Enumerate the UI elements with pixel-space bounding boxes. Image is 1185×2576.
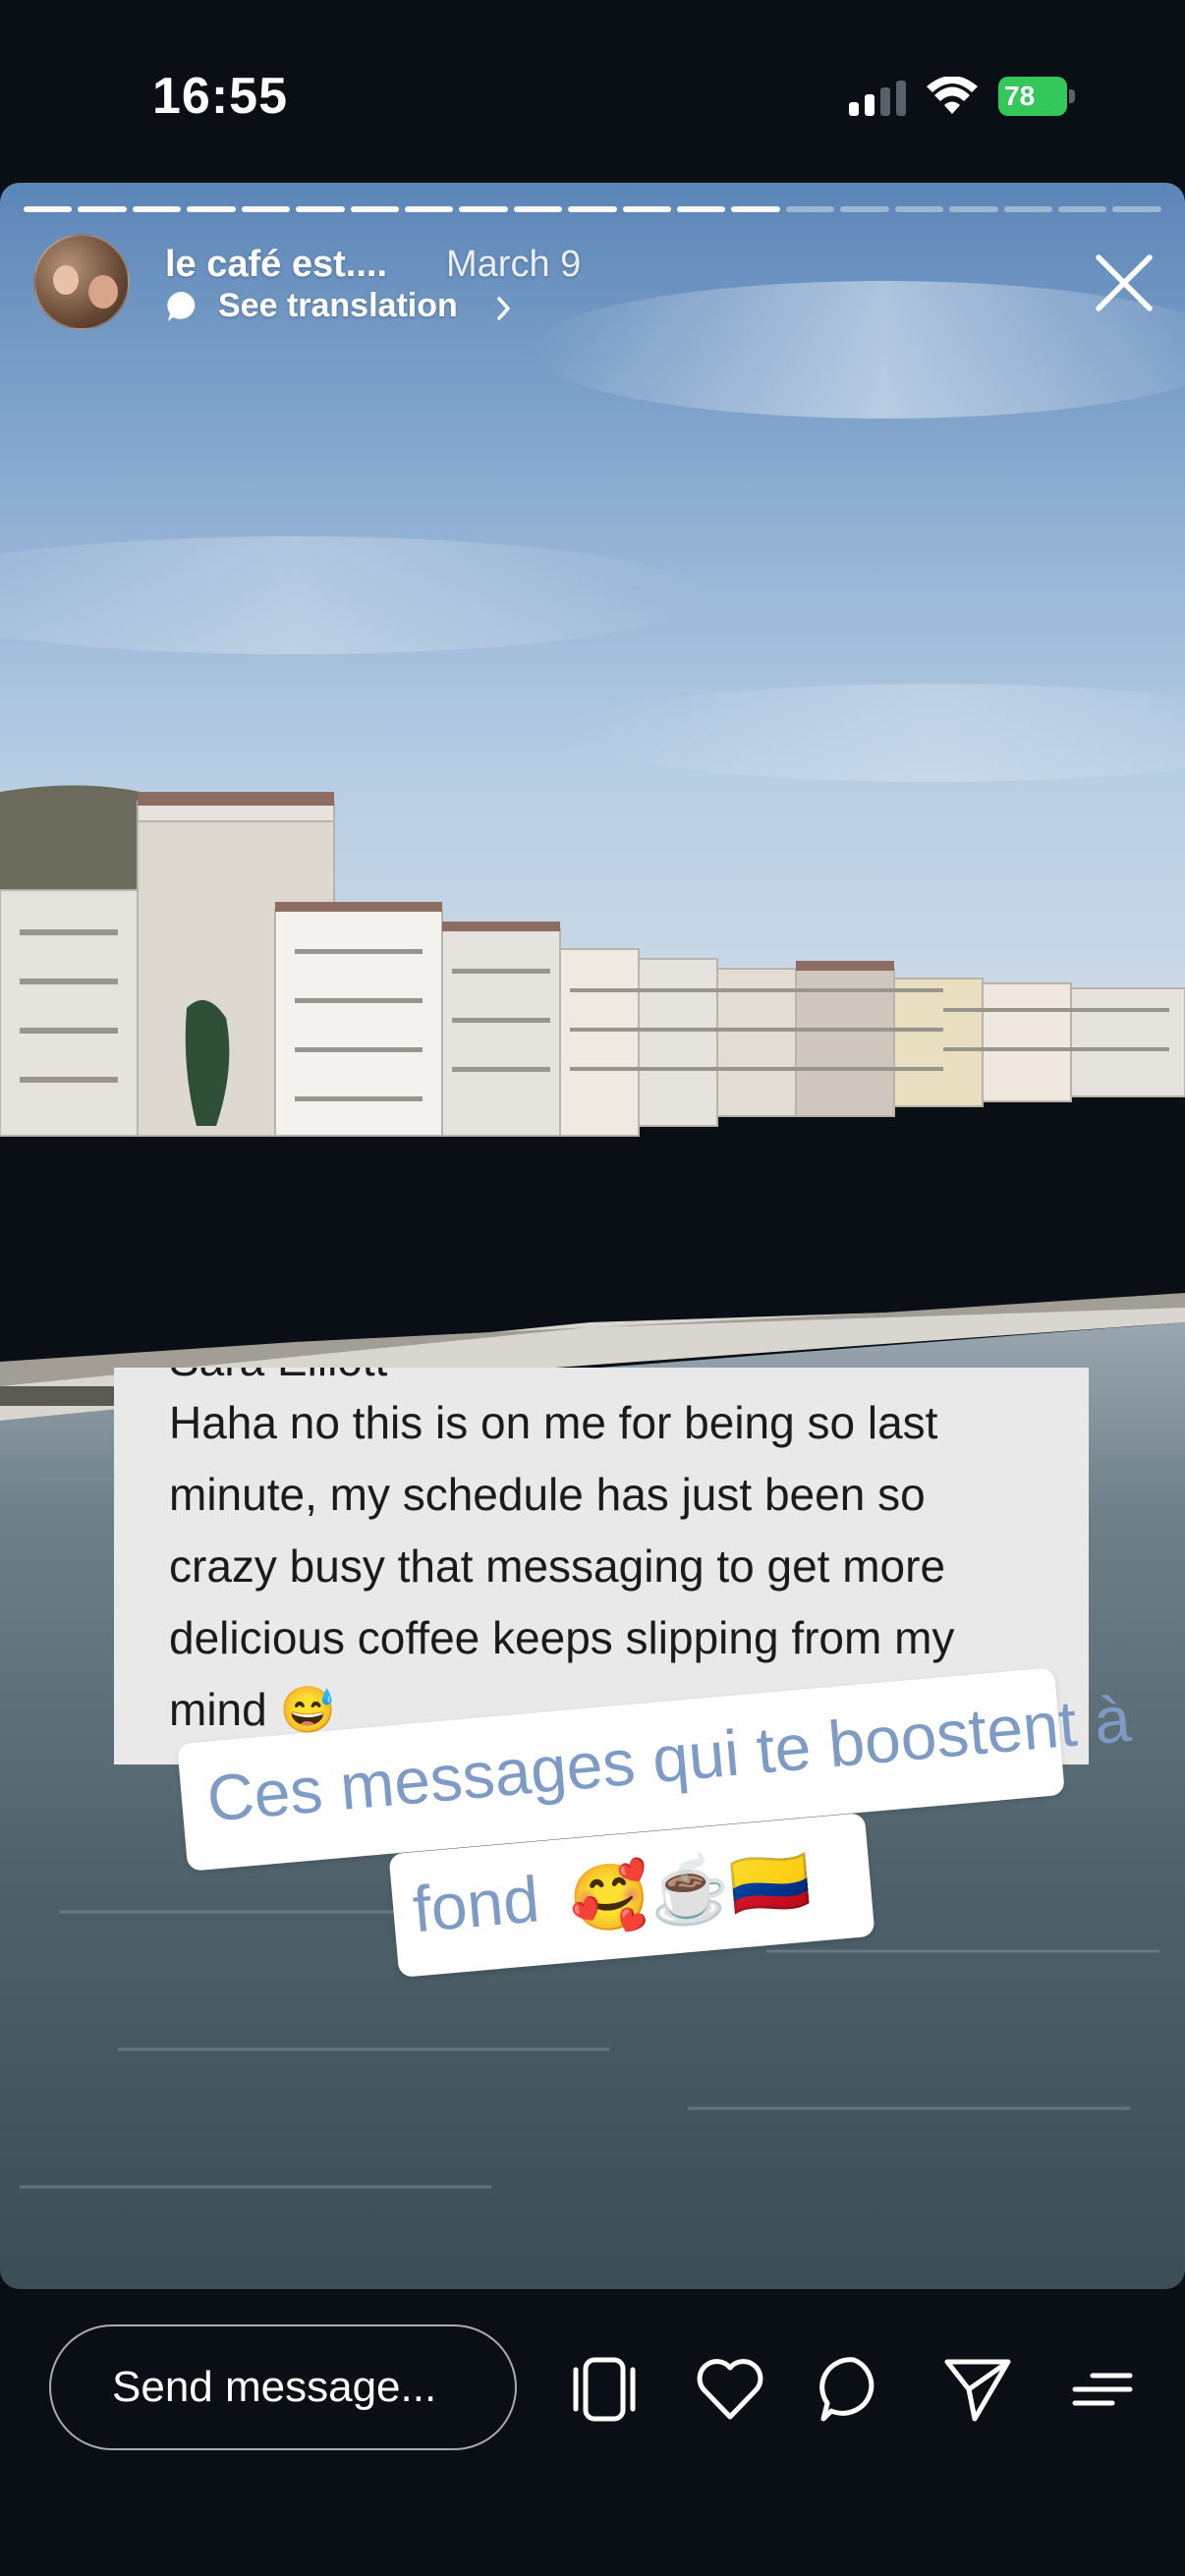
story-progress-segment: [568, 206, 617, 212]
battery-level: 78: [1004, 81, 1036, 111]
reshare-frame-icon[interactable]: [568, 2354, 641, 2425]
status-time: 16:55: [152, 68, 288, 125]
story-progress-segment: [78, 206, 127, 212]
story-viewer-screen: 16:55 78 le café est.... March 9 See tra…: [0, 0, 1185, 2576]
message-line: minute, my schedule has just been so: [169, 1469, 926, 1520]
story-progress-segment: [241, 206, 291, 212]
story-progress-segment: [459, 206, 508, 212]
story-progress-segment: [24, 206, 73, 212]
story-photo-river-city: [0, 183, 1185, 2289]
story-progress-segment: [296, 206, 345, 212]
message-line: Haha no this is on me for being so last: [169, 1397, 938, 1448]
story-progress-segment: [404, 206, 454, 212]
story-progress-segment: [894, 206, 944, 212]
message-sender-cut: Sara Elliott: [169, 1368, 387, 1396]
story-reply-bar: Send message...: [0, 2289, 1185, 2576]
story-progress-segment: [513, 206, 563, 212]
story-progress-segment: [731, 206, 780, 212]
story-progress-segment: [187, 206, 236, 212]
speech-bubble-icon: [167, 291, 196, 321]
story-content[interactable]: le café est.... March 9 See translation …: [0, 183, 1185, 2289]
story-progress-segment: [949, 206, 998, 212]
status-bar: 16:55 78: [0, 0, 1185, 177]
story-progress-segment: [622, 206, 672, 212]
story-progress-segment: [840, 206, 889, 212]
battery-icon: 78: [998, 77, 1077, 116]
story-progress-segment: [350, 206, 399, 212]
story-progress-segment: [1112, 206, 1161, 212]
message-line: delicious coffee keeps slipping from my: [169, 1612, 955, 1663]
story-progress-segment: [1003, 206, 1053, 212]
story-date: March 9: [446, 244, 582, 285]
cellular-signal-icon: [849, 81, 906, 116]
avatar[interactable]: [33, 234, 130, 330]
close-icon[interactable]: [1093, 252, 1156, 314]
message-line: crazy busy that messaging to get more: [169, 1540, 946, 1592]
chevron-right-icon: [497, 297, 510, 320]
see-translation-link[interactable]: See translation: [218, 287, 458, 325]
caption-emojis: 🥰☕🇨🇴: [565, 1842, 814, 1937]
story-header: le café est.... March 9: [33, 234, 1154, 342]
story-progress-segment: [132, 206, 182, 212]
heart-icon[interactable]: [694, 2354, 766, 2425]
menu-lines-icon[interactable]: [1065, 2354, 1138, 2425]
comment-bubble-icon[interactable]: [818, 2354, 890, 2425]
story-progress-segment: [677, 206, 726, 212]
story-progress-segment: [1058, 206, 1107, 212]
wifi-icon: [927, 77, 978, 114]
send-message-input[interactable]: Send message...: [49, 2324, 517, 2450]
story-progress-segment: [785, 206, 835, 212]
story-progress-bar: [24, 206, 1161, 212]
story-username[interactable]: le café est....: [165, 244, 387, 286]
send-paper-plane-icon[interactable]: [941, 2354, 1014, 2425]
